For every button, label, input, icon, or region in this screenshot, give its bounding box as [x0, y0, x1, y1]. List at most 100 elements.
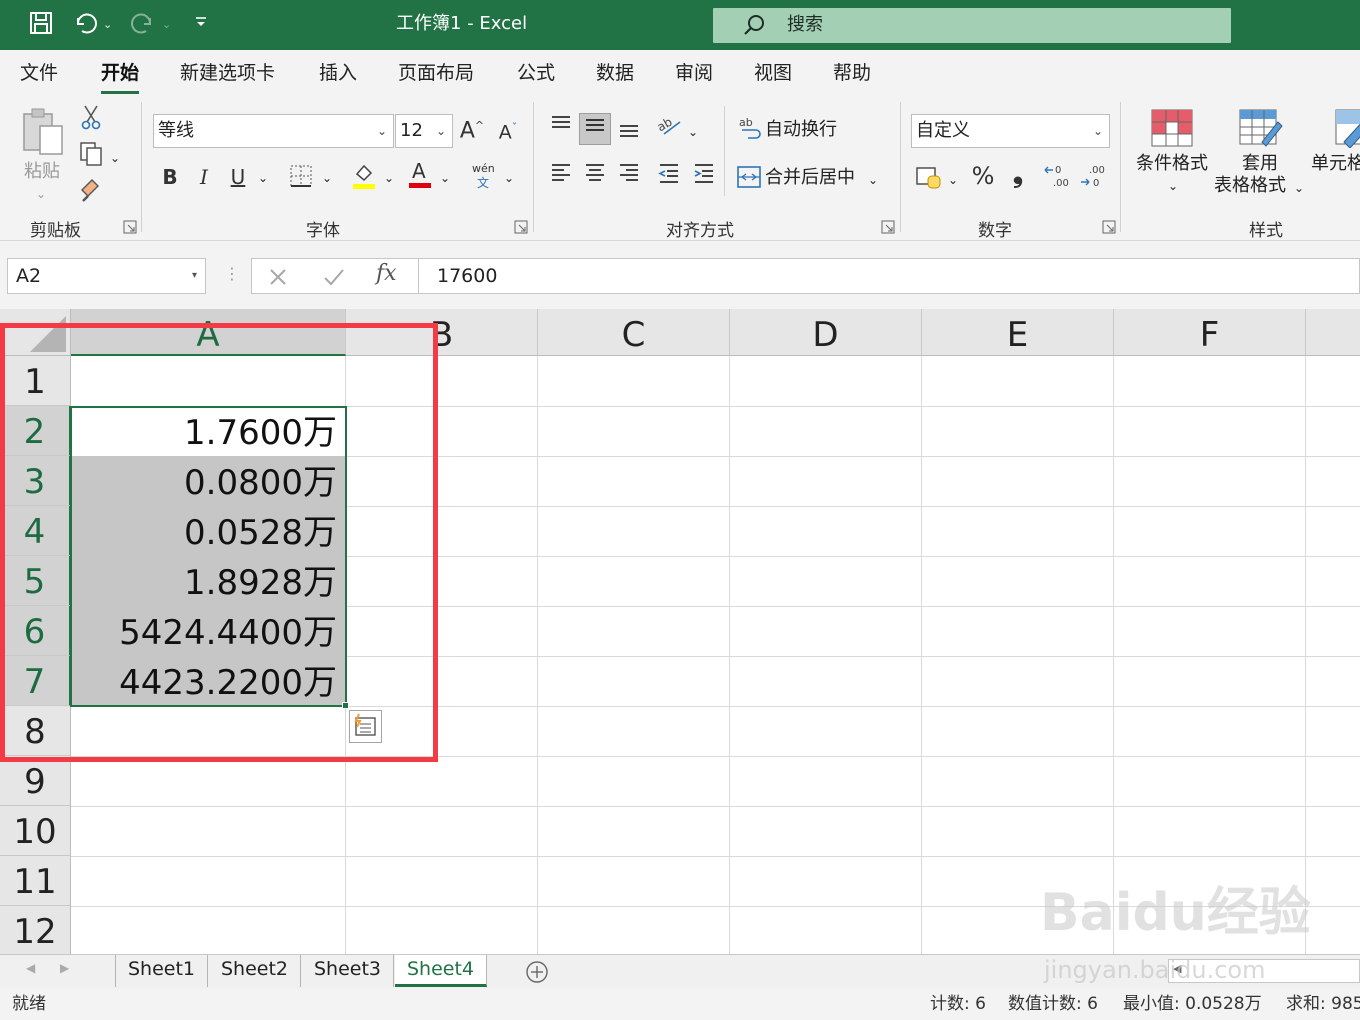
search-box[interactable]: 搜索: [713, 8, 1231, 43]
row-header-3[interactable]: 3: [0, 456, 71, 506]
font-color-icon[interactable]: A: [406, 158, 434, 197]
undo-dropdown-icon[interactable]: ⌄: [103, 10, 112, 40]
scroll-left-arrow-icon[interactable]: ◀: [1173, 962, 1181, 975]
tab-view[interactable]: 视图: [754, 60, 792, 86]
row-header-8[interactable]: 8: [0, 706, 71, 756]
scroll-left-icon[interactable]: ◀: [26, 961, 35, 975]
formula-input[interactable]: 17600: [419, 258, 1360, 294]
font-name-combo[interactable]: 等线 ⌄: [153, 114, 394, 148]
tab-insert[interactable]: 插入: [319, 60, 357, 86]
column-header-f[interactable]: F: [1114, 309, 1306, 356]
column-header-b[interactable]: B: [346, 309, 538, 356]
add-sheet-icon[interactable]: [525, 960, 549, 984]
decrease-indent-icon[interactable]: [655, 162, 683, 191]
phonetic-button[interactable]: wén 文: [470, 162, 498, 192]
tab-review[interactable]: 审阅: [675, 60, 713, 86]
tab-new-tab[interactable]: 新建选项卡: [180, 60, 275, 86]
enter-check-icon[interactable]: [323, 267, 345, 287]
format-as-table-button[interactable]: 套用 表格格式 ⌄: [1214, 108, 1306, 208]
sheet-tab-1[interactable]: Sheet1: [115, 955, 209, 987]
font-launcher-icon[interactable]: [514, 220, 528, 234]
insert-function-button[interactable]: fx: [376, 261, 397, 286]
align-middle-icon[interactable]: [579, 113, 611, 145]
align-top-icon[interactable]: [547, 114, 575, 143]
increase-font-icon[interactable]: A^: [458, 112, 486, 145]
font-size-combo[interactable]: 12 ⌄: [395, 114, 453, 148]
tab-help[interactable]: 帮助: [833, 60, 871, 86]
align-left-icon[interactable]: [547, 162, 575, 191]
tab-page-layout[interactable]: 页面布局: [398, 60, 474, 86]
redo-icon[interactable]: [128, 10, 158, 40]
number-launcher-icon[interactable]: [1102, 220, 1116, 234]
percent-button[interactable]: %: [968, 162, 998, 190]
row-header-1[interactable]: 1: [0, 356, 71, 406]
increase-indent-icon[interactable]: [690, 162, 718, 191]
cell-a3[interactable]: 0.0800万: [71, 456, 345, 506]
comma-button[interactable]: ❟: [1006, 160, 1030, 188]
row-header-4[interactable]: 4: [0, 506, 71, 556]
save-icon[interactable]: [26, 10, 56, 40]
phonetic-dropdown-icon[interactable]: ⌄: [504, 166, 514, 190]
row-header-6[interactable]: 6: [0, 606, 71, 656]
cell-a2[interactable]: 1.7600万: [71, 406, 345, 456]
cell-a6[interactable]: 5424.4400万: [71, 606, 345, 656]
sheet-tab-3[interactable]: Sheet3: [302, 955, 395, 987]
orientation-icon[interactable]: ab: [655, 114, 685, 145]
merge-center-button[interactable]: 合并后居中 ⌄: [736, 164, 886, 192]
sheet-tab-2[interactable]: Sheet2: [209, 955, 302, 987]
tab-data[interactable]: 数据: [596, 60, 634, 86]
align-bottom-icon[interactable]: [615, 116, 643, 147]
undo-icon[interactable]: [70, 10, 100, 40]
column-header-e[interactable]: E: [922, 309, 1114, 356]
cell-a7[interactable]: 4423.2200万: [71, 656, 345, 706]
accounting-dropdown-icon[interactable]: ⌄: [948, 168, 958, 192]
copy-dropdown-icon[interactable]: ⌄: [110, 146, 120, 170]
column-header-a[interactable]: A: [71, 309, 346, 356]
name-box[interactable]: A2 ▾: [7, 258, 206, 294]
increase-decimal-icon[interactable]: 0.00: [1042, 162, 1074, 197]
splitter-handle-icon[interactable]: ⋮: [224, 264, 240, 284]
quick-analysis-button[interactable]: [349, 710, 382, 743]
paste-button[interactable]: 粘贴 ⌄: [18, 104, 68, 204]
decrease-font-icon[interactable]: Aˇ: [494, 114, 522, 146]
select-all-button[interactable]: [0, 309, 71, 356]
horizontal-scrollbar[interactable]: ◀: [1168, 959, 1360, 983]
clipboard-launcher-icon[interactable]: [123, 220, 137, 234]
copy-icon[interactable]: [76, 140, 106, 173]
row-header-5[interactable]: 5: [0, 556, 71, 606]
name-box-dropdown-icon[interactable]: ▾: [192, 259, 197, 293]
fill-color-dropdown-icon[interactable]: ⌄: [384, 166, 394, 190]
align-center-icon[interactable]: [581, 162, 609, 191]
orientation-dropdown-icon[interactable]: ⌄: [688, 120, 698, 144]
row-header-10[interactable]: 10: [0, 806, 71, 856]
alignment-launcher-icon[interactable]: [881, 220, 895, 234]
cell-styles-button[interactable]: 单元格: [1310, 108, 1360, 208]
cell-a4[interactable]: 0.0528万: [71, 506, 345, 556]
column-header-g[interactable]: [1306, 309, 1360, 356]
tab-home[interactable]: 开始: [101, 60, 140, 94]
bold-button[interactable]: B: [158, 163, 182, 191]
column-header-d[interactable]: D: [730, 309, 922, 356]
cell-a5[interactable]: 1.8928万: [71, 556, 345, 606]
tab-file[interactable]: 文件: [20, 60, 58, 86]
accounting-format-icon[interactable]: [914, 164, 944, 197]
row-header-12[interactable]: 12: [0, 906, 71, 954]
align-right-icon[interactable]: [615, 162, 643, 191]
italic-button[interactable]: I: [192, 163, 216, 191]
scroll-right-icon[interactable]: ▶: [60, 961, 69, 975]
row-header-9[interactable]: 9: [0, 756, 71, 806]
column-header-c[interactable]: C: [538, 309, 730, 356]
underline-dropdown-icon[interactable]: ⌄: [258, 166, 268, 190]
wrap-text-button[interactable]: ab 自动换行: [738, 116, 848, 144]
sheet-tab-4[interactable]: Sheet4: [395, 955, 487, 987]
cancel-icon[interactable]: [268, 267, 288, 287]
cut-icon[interactable]: [78, 104, 104, 137]
row-header-11[interactable]: 11: [0, 856, 71, 906]
redo-dropdown-icon[interactable]: ⌄: [162, 10, 171, 40]
row-header-2[interactable]: 2: [0, 406, 71, 456]
conditional-format-button[interactable]: 条件格式 ⌄: [1134, 108, 1210, 208]
customize-qat-icon[interactable]: [186, 10, 216, 40]
underline-button[interactable]: U: [226, 163, 250, 191]
fill-handle[interactable]: [342, 702, 349, 709]
tab-formulas[interactable]: 公式: [517, 60, 555, 86]
